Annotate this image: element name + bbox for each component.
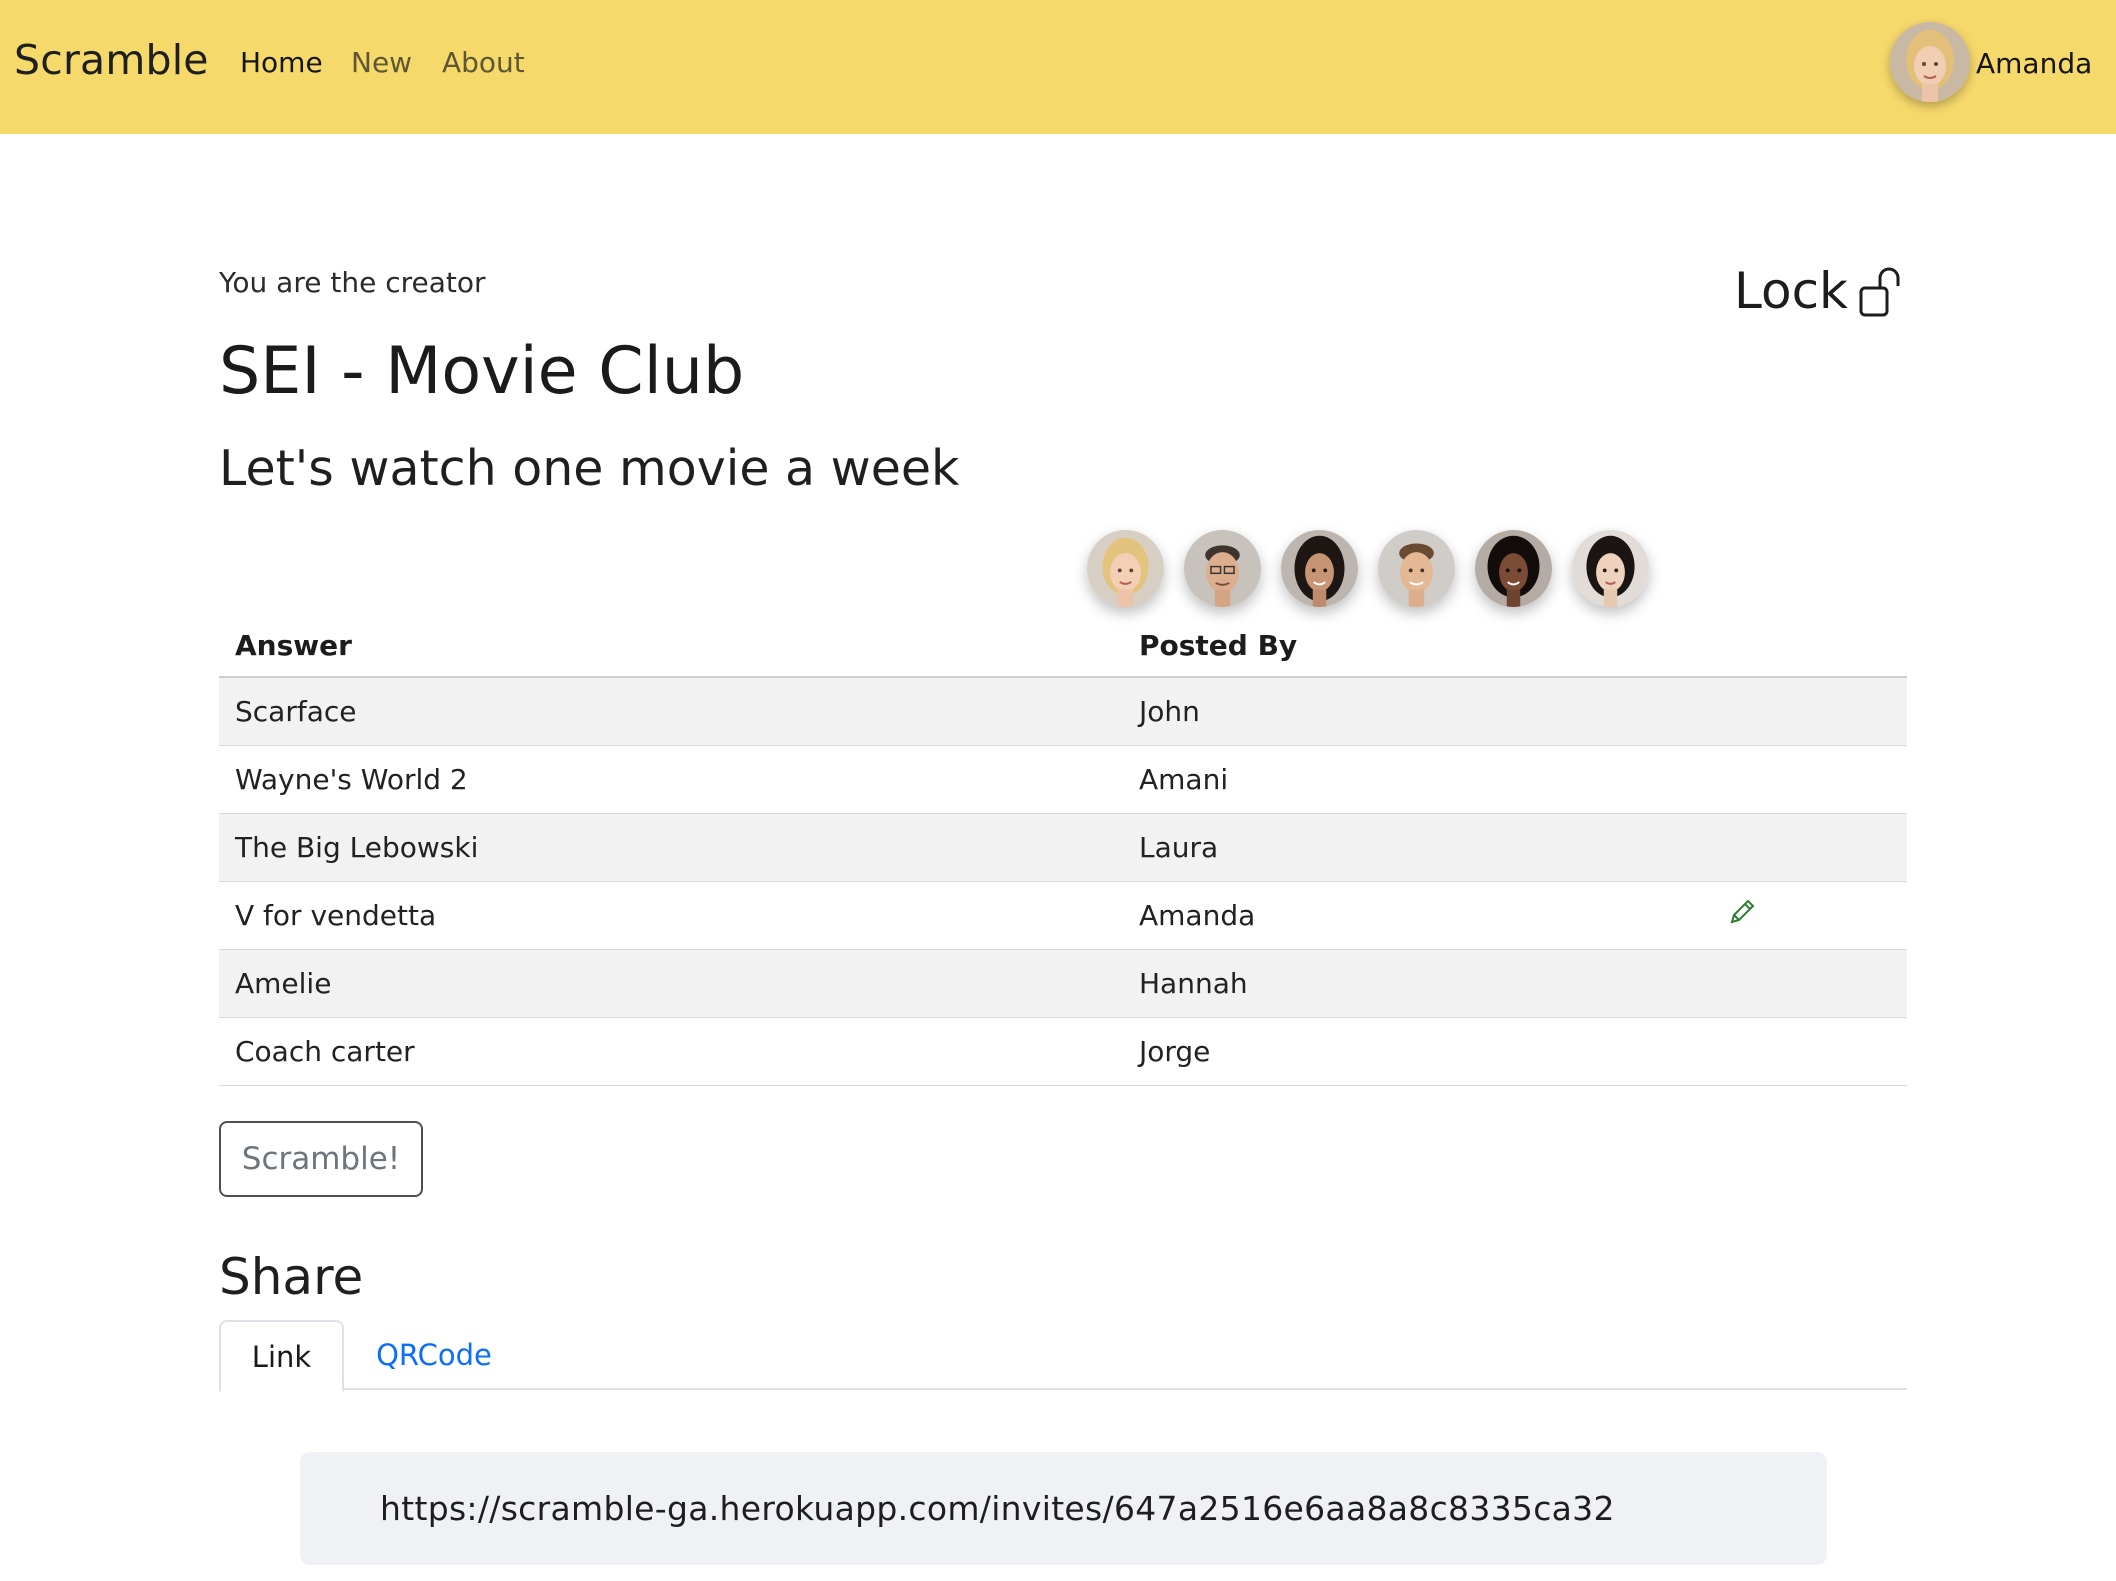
- page-title: SEI - Movie Club: [219, 334, 745, 409]
- table-row: The Big Lebowski Laura: [219, 813, 1907, 882]
- column-header-posted-by: Posted By: [1123, 614, 1703, 678]
- lock-label: Lock: [1734, 262, 1849, 320]
- member-avatar: [1378, 530, 1455, 607]
- member-avatar: [1087, 530, 1164, 607]
- nav-new-link[interactable]: New: [351, 46, 412, 79]
- answer-cell: Amelie: [219, 949, 1123, 1018]
- table-header-row: Answer Posted By: [219, 614, 1907, 678]
- actions-cell: [1703, 745, 1907, 814]
- tab-link[interactable]: Link: [219, 1320, 344, 1392]
- actions-cell: [1703, 1017, 1907, 1086]
- share-tabs: Link QRCode: [219, 1320, 1907, 1392]
- column-header-answer: Answer: [219, 614, 1123, 678]
- nav-home-link[interactable]: Home: [240, 46, 323, 79]
- actions-cell: [1703, 813, 1907, 882]
- posted-by-cell: John: [1123, 677, 1703, 746]
- answer-cell: V for vendetta: [219, 881, 1123, 950]
- table-row: Scarface John: [219, 677, 1907, 746]
- lock-button[interactable]: Lock: [1734, 260, 1914, 320]
- share-heading: Share: [219, 1248, 364, 1306]
- tab-qrcode[interactable]: QRCode: [369, 1320, 499, 1390]
- user-name[interactable]: Amanda: [1976, 47, 2092, 80]
- member-avatar-row: [1087, 530, 1649, 610]
- nav-about-link[interactable]: About: [442, 46, 525, 79]
- table-row: V for vendetta Amanda: [219, 881, 1907, 950]
- table-row: Wayne's World 2 Amani: [219, 745, 1907, 814]
- answer-cell: Scarface: [219, 677, 1123, 746]
- posted-by-cell: Laura: [1123, 813, 1703, 882]
- creator-note: You are the creator: [219, 266, 486, 299]
- member-avatar: [1572, 530, 1649, 607]
- page-subtitle: Let's watch one movie a week: [219, 440, 960, 497]
- table-row: Amelie Hannah: [219, 949, 1907, 1018]
- answer-cell: Wayne's World 2: [219, 745, 1123, 814]
- table-row: Coach carter Jorge: [219, 1017, 1907, 1086]
- posted-by-cell: Amanda: [1123, 881, 1703, 950]
- posted-by-cell: Jorge: [1123, 1017, 1703, 1086]
- answer-cell: Coach carter: [219, 1017, 1123, 1086]
- actions-cell: [1703, 677, 1907, 746]
- answers-table: Answer Posted By Scarface John Wayne's W…: [219, 614, 1907, 1086]
- posted-by-cell: Hannah: [1123, 949, 1703, 1018]
- scramble-button[interactable]: Scramble!: [219, 1121, 423, 1197]
- actions-cell: [1703, 949, 1907, 1018]
- member-avatar: [1475, 530, 1552, 607]
- pencil-edit-icon[interactable]: [1727, 897, 1757, 927]
- user-menu[interactable]: Amanda: [1890, 22, 2092, 104]
- posted-by-cell: Amani: [1123, 745, 1703, 814]
- invite-url[interactable]: https://scramble-ga.herokuapp.com/invite…: [380, 1489, 1615, 1528]
- top-navbar: Scramble Home New About Amanda: [0, 0, 2116, 134]
- member-avatar: [1184, 530, 1261, 607]
- invite-link-box: https://scramble-ga.herokuapp.com/invite…: [300, 1452, 1827, 1565]
- brand-logo[interactable]: Scramble: [14, 36, 209, 84]
- unlocked-padlock-icon: [1859, 267, 1900, 317]
- member-avatar: [1281, 530, 1358, 607]
- actions-cell: [1703, 881, 1907, 950]
- column-header-actions: [1703, 614, 1907, 678]
- user-avatar[interactable]: [1890, 22, 1970, 102]
- answer-cell: The Big Lebowski: [219, 813, 1123, 882]
